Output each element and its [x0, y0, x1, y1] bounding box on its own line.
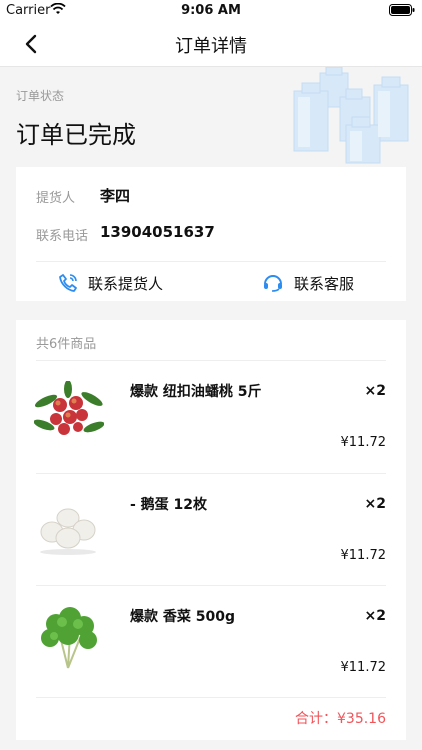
order-status-section: 订单状态 订单已完成: [0, 67, 422, 165]
boxes-illustration-icon: [293, 67, 409, 164]
list-item[interactable]: - 鹅蛋 12枚 ×2 ¥11.72: [16, 474, 406, 586]
headset-icon: [264, 275, 282, 292]
item-name: 爆款 纽扣油蟠桃 5斤: [130, 384, 262, 400]
battery-icon: [389, 4, 415, 16]
item-price: ¥11.72: [340, 435, 387, 450]
item-name: 爆款 香菜 500g: [130, 609, 235, 625]
item-quantity: ×2: [364, 496, 386, 512]
status-bar: Carrier 9:06 AM: [0, 0, 422, 22]
status-time: 9:06 AM: [181, 3, 241, 18]
page-title: 订单详情: [175, 36, 247, 57]
call-pickup-button[interactable]: 联系提货人: [58, 271, 163, 295]
pickup-label: 提货人: [36, 191, 76, 206]
call-service-button[interactable]: 联系客服: [262, 271, 354, 295]
total-divider: [36, 697, 386, 698]
item-quantity: ×2: [364, 608, 386, 624]
call-service-label: 联系客服: [294, 274, 355, 293]
order-total: 合计：¥35.16: [295, 711, 386, 727]
phone-icon: [59, 274, 77, 292]
eggs-product-image: [40, 508, 96, 555]
nav-bar: 订单详情: [0, 22, 422, 67]
call-pickup-label: 联系提货人: [88, 274, 164, 293]
item-price: ¥11.72: [340, 548, 387, 563]
items-card: 共6件商品 爆款 纽扣油蟠桃 5斤 ×2 ¥11.72 - 鹅蛋 12枚 ×2 …: [16, 320, 406, 740]
list-item[interactable]: 爆款 香菜 500g ×2 ¥11.72: [16, 586, 406, 698]
peach-product-image: [34, 381, 104, 435]
order-status-label: 订单状态: [16, 89, 65, 103]
phone-label: 联系电话: [36, 229, 89, 244]
item-count: 共6件商品: [36, 337, 97, 352]
pickup-name: 李四: [100, 187, 131, 205]
phone-number: 13904051637: [100, 223, 215, 241]
contact-card: 提货人 李四 联系电话 13904051637 联系提货人 联系客服: [16, 167, 406, 301]
item-price: ¥11.72: [340, 660, 387, 675]
list-item[interactable]: 爆款 纽扣油蟠桃 5斤 ×2 ¥11.72: [16, 361, 406, 473]
coriander-product-image: [41, 607, 97, 669]
contact-divider: [36, 261, 386, 262]
item-name: - 鹅蛋 12枚: [130, 497, 208, 513]
item-quantity: ×2: [364, 383, 386, 399]
order-status-value: 订单已完成: [16, 121, 136, 149]
